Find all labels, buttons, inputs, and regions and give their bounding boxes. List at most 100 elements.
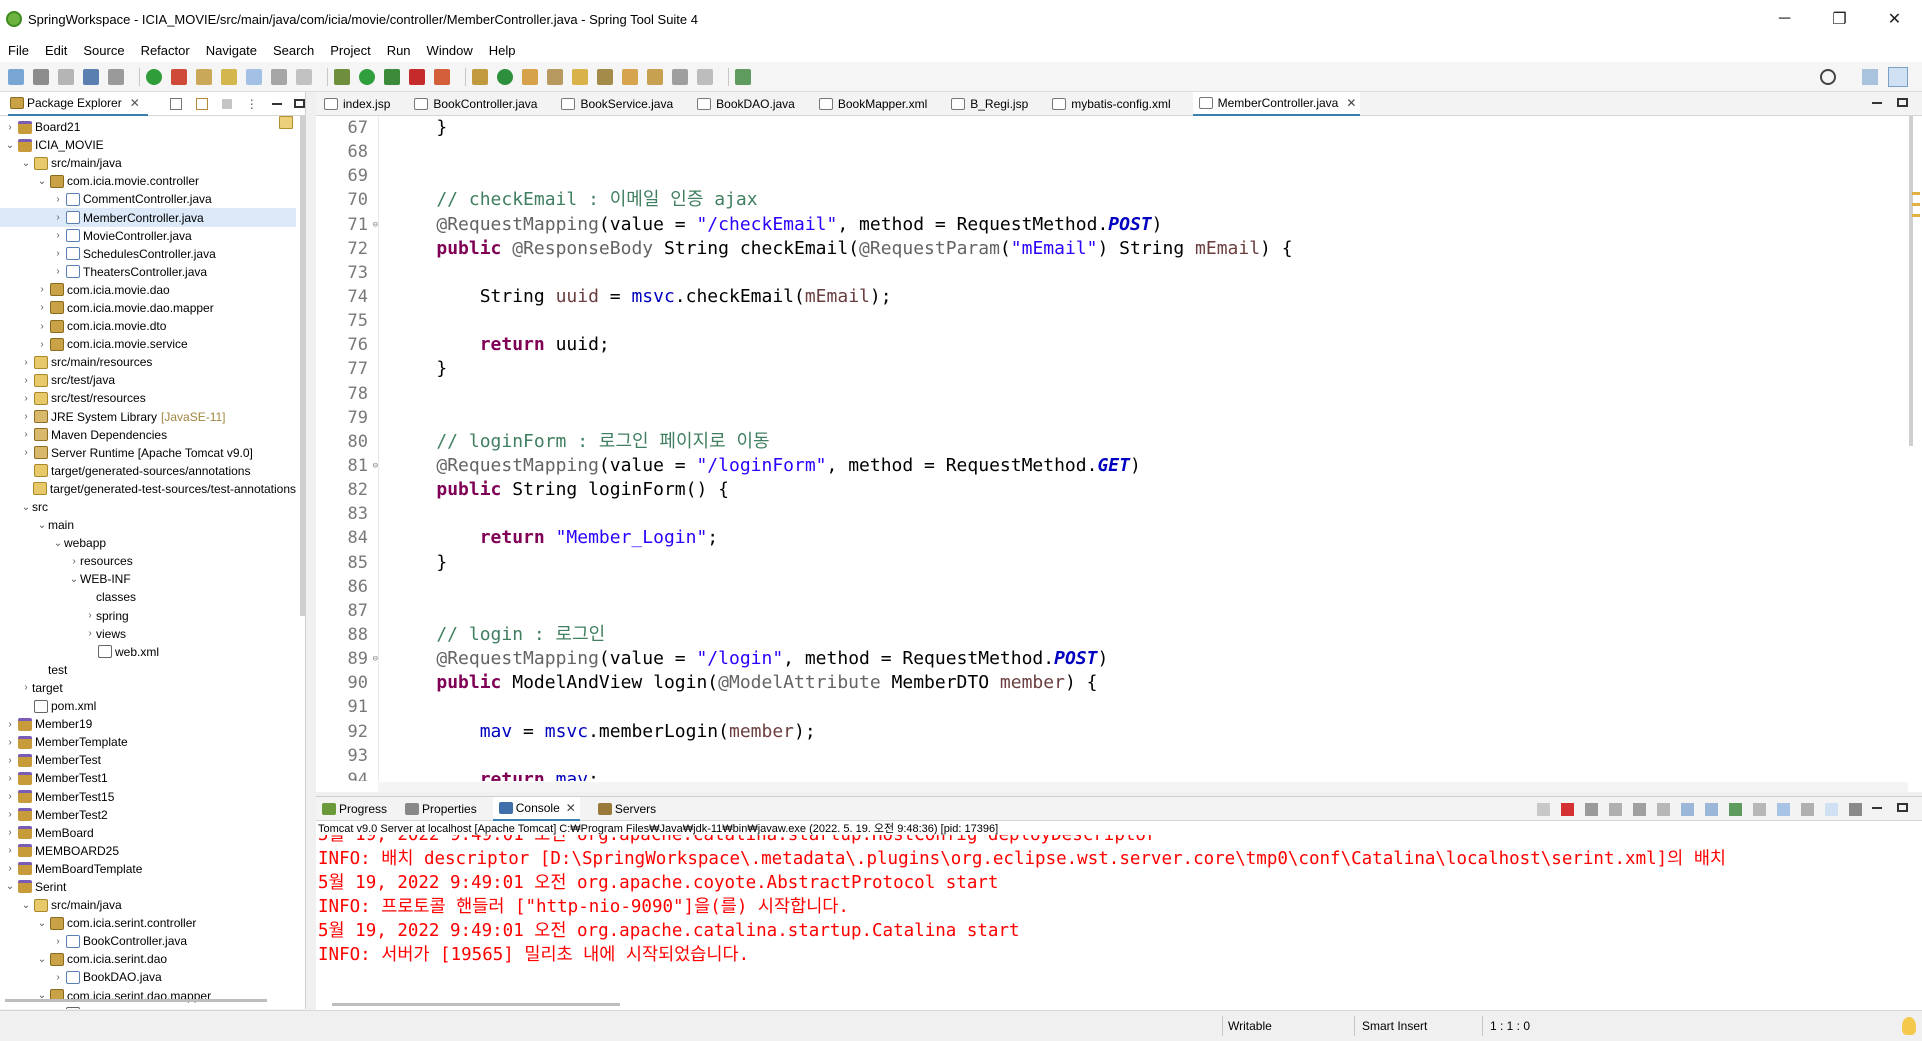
twisty-icon[interactable]: › xyxy=(4,845,16,856)
twisty-icon[interactable]: › xyxy=(84,628,96,639)
tree-item[interactable]: › MemberTest xyxy=(0,751,296,769)
twisty-icon[interactable]: ⌄ xyxy=(4,881,16,892)
view-menu-icon[interactable]: ⋮ xyxy=(246,97,258,111)
twisty-icon[interactable]: › xyxy=(52,194,64,205)
twisty-icon[interactable]: › xyxy=(4,791,16,802)
tree-item[interactable]: target/generated-test-sources/test-annot… xyxy=(0,480,296,498)
pin-console-icon[interactable] xyxy=(1729,803,1742,816)
tree-item[interactable]: › MemberTest15 xyxy=(0,787,296,805)
disconnect-icon[interactable] xyxy=(1609,803,1622,816)
close-icon[interactable]: ✕ xyxy=(566,801,576,815)
tree-item[interactable]: › MemberTest2 xyxy=(0,806,296,824)
menu-help[interactable]: Help xyxy=(489,43,516,58)
tree-item[interactable]: ⌄ main xyxy=(0,116,296,534)
tree-item[interactable]: pom.xml xyxy=(0,697,296,715)
twisty-icon[interactable]: ⌄ xyxy=(36,520,48,531)
tree-item[interactable]: › Member19 xyxy=(0,715,296,733)
close-window-button[interactable]: ✕ xyxy=(1867,0,1922,38)
tree-item[interactable]: test xyxy=(0,116,296,679)
minimize-button[interactable]: ─ xyxy=(1757,0,1812,38)
twisty-icon[interactable]: ⌄ xyxy=(20,502,32,513)
twisty-icon[interactable]: › xyxy=(20,429,32,440)
forward-icon[interactable] xyxy=(697,68,713,85)
tree-item[interactable]: ⌄ ICIA_MOVIE xyxy=(0,136,296,154)
twisty-icon[interactable]: › xyxy=(20,682,32,693)
minimize-panel-icon[interactable] xyxy=(1872,807,1882,809)
tree-item[interactable]: › MovieController.java xyxy=(0,227,296,245)
new-package-icon[interactable] xyxy=(472,68,488,85)
tree-item[interactable]: › MEMBOARD25 xyxy=(0,842,296,860)
tree-item[interactable]: › com.icia.movie.dto xyxy=(0,317,296,335)
block-selection-icon[interactable] xyxy=(271,68,287,85)
twisty-icon[interactable]: ⌄ xyxy=(52,538,64,549)
stop-icon[interactable] xyxy=(409,68,425,85)
warning-marker[interactable] xyxy=(1912,214,1920,217)
menu-edit[interactable]: Edit xyxy=(45,43,67,58)
menu-window[interactable]: Window xyxy=(427,43,473,58)
twisty-icon[interactable]: › xyxy=(52,230,64,241)
explorer-scrollbar[interactable] xyxy=(300,116,305,616)
open-perspective-icon[interactable] xyxy=(1862,69,1878,85)
mark-occurrences-icon[interactable] xyxy=(221,68,237,85)
close-icon[interactable]: ✕ xyxy=(130,96,140,110)
terminal-icon[interactable] xyxy=(83,68,99,85)
tree-item[interactable]: › views xyxy=(0,116,296,643)
skip-breakpoints-icon[interactable] xyxy=(108,68,124,85)
twisty-icon[interactable]: › xyxy=(4,827,16,838)
tree-item[interactable]: ⌄ com.icia.serint.controller xyxy=(0,914,296,932)
tree-item[interactable]: › src/test/resources xyxy=(0,389,296,407)
highlight-icon[interactable] xyxy=(1825,803,1838,816)
prev-annotation-icon[interactable] xyxy=(647,68,663,85)
tree-item[interactable]: classes xyxy=(0,116,296,606)
tree-item[interactable]: › MemberTemplate xyxy=(0,733,296,751)
debug-icon[interactable] xyxy=(334,68,350,85)
twisty-icon[interactable]: › xyxy=(52,212,64,223)
refresh-icon[interactable] xyxy=(171,68,187,85)
whitespace-icon[interactable] xyxy=(296,68,312,85)
bottom-tab[interactable]: Console ✕ xyxy=(492,796,580,821)
twisty-icon[interactable]: ⌄ xyxy=(36,176,48,187)
tree-item[interactable]: › SchedulesController.java xyxy=(0,245,296,263)
tree-item[interactable]: › com.icia.movie.dao xyxy=(0,281,296,299)
tree-item[interactable]: › Maven Dependencies xyxy=(0,426,296,444)
twisty-icon[interactable]: › xyxy=(4,773,16,784)
twisty-icon[interactable]: ⌄ xyxy=(68,574,80,585)
explorer-horizontal-scrollbar[interactable] xyxy=(5,999,267,1002)
warning-marker[interactable] xyxy=(1912,203,1920,206)
show-stderr-icon[interactable] xyxy=(1705,803,1718,816)
menu-refactor[interactable]: Refactor xyxy=(141,43,190,58)
menu-project[interactable]: Project xyxy=(330,43,370,58)
tree-item[interactable]: › Server Runtime [Apache Tomcat v9.0] xyxy=(0,444,296,462)
bottom-tab[interactable]: Properties xyxy=(403,797,477,821)
maximize-panel-icon[interactable] xyxy=(1897,803,1908,812)
menu-source[interactable]: Source xyxy=(83,43,124,58)
editor-horizontal-scrollbar[interactable] xyxy=(378,782,1908,792)
twisty-icon[interactable]: › xyxy=(20,447,32,458)
twisty-icon[interactable]: ⌄ xyxy=(4,140,16,151)
collapse-all-icon[interactable] xyxy=(169,97,182,110)
twisty-icon[interactable]: › xyxy=(68,556,80,567)
editor-tab[interactable]: BookMapper.xml xyxy=(817,92,927,116)
coverage-icon[interactable] xyxy=(434,68,450,85)
word-wrap-icon[interactable] xyxy=(1657,803,1670,816)
twisty-icon[interactable]: ⌄ xyxy=(20,900,32,911)
back-icon[interactable] xyxy=(672,68,688,85)
tree-item[interactable]: › CommentController.java xyxy=(0,190,296,208)
twisty-icon[interactable]: ⌄ xyxy=(36,918,48,929)
pin-editor-icon[interactable] xyxy=(735,68,751,85)
annotation-nav-icon[interactable] xyxy=(572,68,588,85)
twisty-icon[interactable]: › xyxy=(52,972,64,983)
settings-icon[interactable] xyxy=(1849,803,1862,816)
tree-item[interactable]: › BookController.java xyxy=(0,932,296,950)
console-options-icon[interactable] xyxy=(1801,803,1814,816)
editor-tab[interactable]: index.jsp xyxy=(322,92,390,116)
tree-item[interactable]: › src/main/resources xyxy=(0,353,296,371)
bottom-tab[interactable]: Progress xyxy=(320,797,387,821)
twisty-icon[interactable]: › xyxy=(20,375,32,386)
tree-item[interactable]: › MemBoard xyxy=(0,824,296,842)
search-tool-icon[interactable] xyxy=(547,68,563,85)
scroll-lock-icon[interactable] xyxy=(1633,803,1646,816)
tree-item[interactable]: › target xyxy=(0,116,296,697)
search-icon[interactable] xyxy=(1820,69,1836,85)
menu-run[interactable]: Run xyxy=(387,43,411,58)
